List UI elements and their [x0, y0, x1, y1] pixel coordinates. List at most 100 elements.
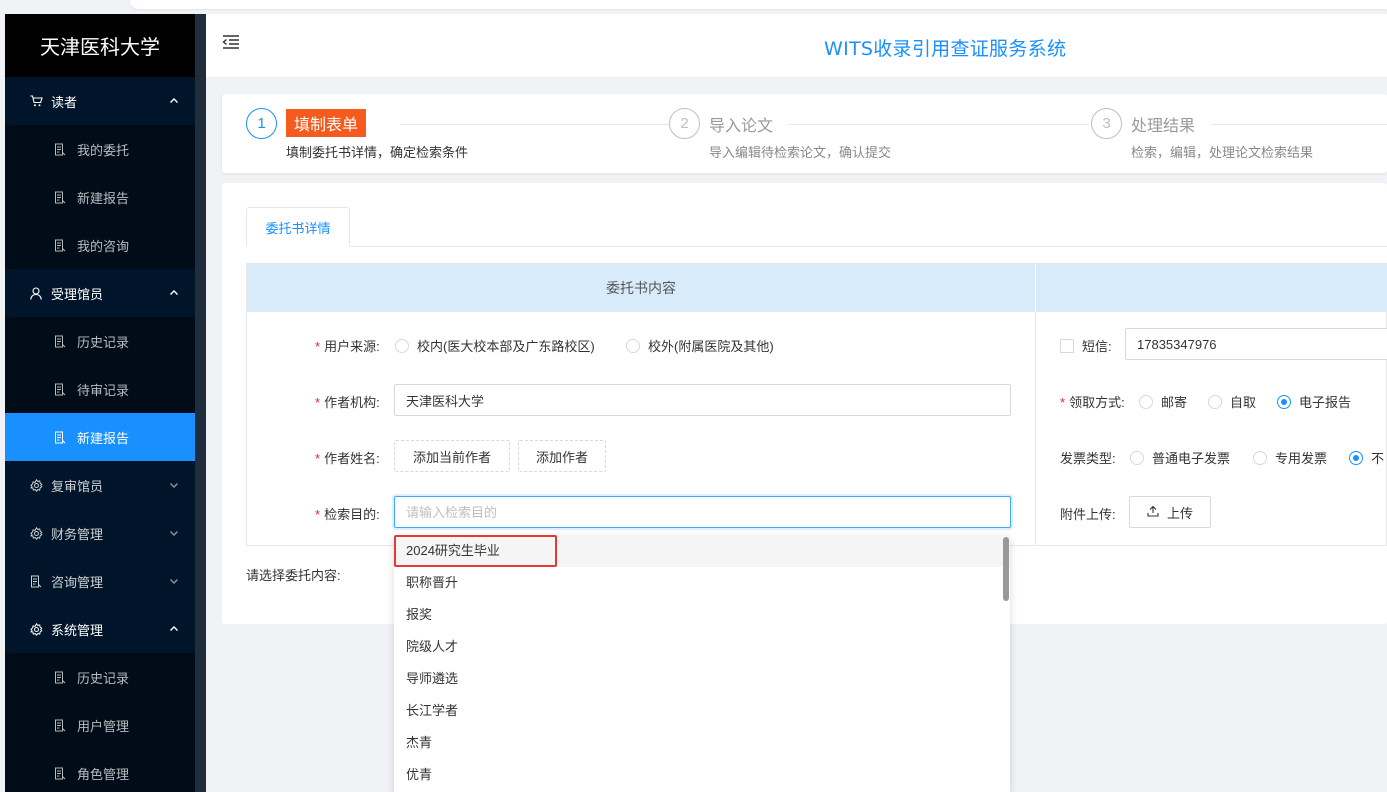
step-desc: 导入编辑待检索论文，确认提交: [709, 145, 892, 160]
top-strip: [0, 0, 1387, 14]
sidebar-item-new-report-reader[interactable]: 新建报告: [5, 173, 195, 221]
system-title: WITS收录引用查证服务系统: [824, 38, 1067, 60]
upload-button[interactable]: 上传: [1129, 496, 1211, 528]
step-title: 处理结果: [1131, 118, 1196, 135]
doc-icon: [29, 575, 43, 588]
step-desc: 检索，编辑，处理论文检索结果: [1131, 145, 1314, 160]
chevron-up-icon: [169, 622, 178, 631]
attachment-label: 附件上传:: [1060, 507, 1116, 522]
cart-icon: [29, 95, 43, 107]
step-title: 导入论文: [709, 118, 774, 135]
menu-fold-icon[interactable]: [222, 34, 240, 50]
sidebar-item-history[interactable]: 历史记录: [5, 317, 195, 365]
gear-icon: [29, 526, 43, 540]
menu-group-label: 读者: [51, 94, 78, 110]
step-connector: [1211, 124, 1387, 125]
steps-card: 1 填制表单 填制委托书详情，确定检索条件 2 导入论文 导入编辑待检索论文，确…: [222, 94, 1387, 173]
menu-group-label: 财务管理: [51, 526, 104, 542]
menu-group-label: 受理馆员: [51, 286, 104, 302]
purpose-input[interactable]: [394, 496, 1011, 528]
radio-user-source-internal[interactable]: 校内(医大校本部及广东路校区): [395, 336, 595, 355]
step-number: 3: [1091, 108, 1122, 139]
radio-invoice-normal[interactable]: 普通电子发票: [1130, 448, 1230, 467]
radio-invoice-none[interactable]: 不: [1349, 448, 1384, 467]
menu-group-system[interactable]: 系统管理: [5, 605, 195, 653]
menu-group-label: 复审馆员: [51, 478, 104, 494]
step-number: 2: [669, 108, 700, 139]
sidebar-item-sys-history[interactable]: 历史记录: [5, 653, 195, 701]
brand-title: 天津医科大学: [5, 14, 195, 77]
choose-content-label: 请选择委托内容:: [246, 568, 341, 583]
invoice-label: 发票类型:: [1060, 451, 1116, 466]
dropdown-option[interactable]: 长江学者: [394, 695, 1010, 727]
sidebar: 天津医科大学 读者 我的委托 新建报告 我的咨询 受理馆员 历史记录 待审记录 …: [5, 14, 195, 792]
sidebar-item-my-consult[interactable]: 我的咨询: [5, 221, 195, 269]
add-author-button[interactable]: 添加作者: [518, 440, 606, 472]
doc-icon: [53, 191, 67, 204]
pickup-label: * 领取方式:: [1060, 395, 1125, 410]
sidebar-item-role-mgmt[interactable]: 角色管理: [5, 749, 195, 792]
dropdown-option[interactable]: 职称晋升: [394, 567, 1010, 599]
radio-pickup-mail[interactable]: 邮寄: [1139, 392, 1187, 411]
form-table: 委托书内容 * 用户来源: 校内(医大校本部及广东路校区) 校外(附属医院及其他)…: [246, 263, 1387, 546]
dropdown-scrollbar[interactable]: [1003, 537, 1009, 601]
menu-group-finance[interactable]: 财务管理: [5, 509, 195, 557]
menu-group-label: 系统管理: [51, 622, 104, 638]
doc-icon: [53, 335, 67, 348]
sidebar-item-new-report[interactable]: 新建报告: [5, 413, 195, 461]
dropdown-option[interactable]: 报奖: [394, 599, 1010, 631]
author-name-label: * 作者姓名:: [315, 451, 380, 466]
step-number: 1: [246, 108, 277, 139]
step-desc: 填制委托书详情，确定检索条件: [286, 145, 469, 160]
add-current-author-button[interactable]: 添加当前作者: [394, 440, 510, 472]
sidebar-item-my-entrust[interactable]: 我的委托: [5, 125, 195, 173]
dropdown-option[interactable]: 院级人才: [394, 631, 1010, 663]
step-connector: [400, 124, 670, 125]
header: WITS收录引用查证服务系统: [206, 14, 1387, 77]
doc-icon: [53, 431, 67, 444]
radio-pickup-self[interactable]: 自取: [1208, 392, 1256, 411]
author-org-label: * 作者机构:: [315, 395, 380, 410]
doc-icon: [53, 671, 67, 684]
user-icon: [29, 286, 43, 300]
tab-entrust-details[interactable]: 委托书详情: [246, 207, 350, 247]
step-connector: [789, 124, 1089, 125]
doc-icon: [53, 383, 67, 396]
dropdown-option[interactable]: 杰青: [394, 727, 1010, 759]
dropdown-option[interactable]: 优青: [394, 759, 1010, 791]
tab-bar: 委托书详情: [246, 207, 1387, 247]
doc-icon: [53, 239, 67, 252]
sms-phone-input[interactable]: [1125, 328, 1387, 360]
menu-group-reviewer[interactable]: 复审馆员: [5, 461, 195, 509]
menu-group-librarian[interactable]: 受理馆员: [5, 269, 195, 317]
sidebar-gutter: [195, 14, 206, 792]
user-source-label: * 用户来源:: [315, 339, 380, 354]
menu-group-reader[interactable]: 读者: [5, 77, 195, 125]
chevron-down-icon: [169, 574, 178, 584]
radio-pickup-e-report[interactable]: 电子报告: [1277, 392, 1351, 411]
step-title: 填制表单: [286, 109, 367, 137]
purpose-dropdown: 2024研究生毕业 职称晋升 报奖 院级人才 导师遴选 长江学者 杰青 优青: [394, 535, 1010, 792]
author-org-input[interactable]: [394, 384, 1011, 416]
section-header-right: [1036, 264, 1387, 312]
radio-invoice-special[interactable]: 专用发票: [1253, 448, 1327, 467]
menu-group-label: 咨询管理: [51, 574, 104, 590]
purpose-label: * 检索目的:: [315, 507, 380, 522]
chevron-up-icon: [169, 94, 178, 103]
dropdown-option[interactable]: 2024研究生毕业: [394, 535, 1010, 567]
dropdown-option[interactable]: 导师遴选: [394, 663, 1010, 695]
upload-icon: [1147, 505, 1159, 520]
doc-icon: [53, 143, 67, 156]
gear-icon: [29, 622, 43, 636]
chevron-down-icon: [169, 526, 178, 536]
sidebar-item-user-mgmt[interactable]: 用户管理: [5, 701, 195, 749]
radio-user-source-external[interactable]: 校外(附属医院及其他): [626, 336, 774, 355]
doc-icon: [53, 767, 67, 780]
chevron-down-icon: [169, 478, 178, 488]
section-header: 委托书内容: [247, 264, 1036, 312]
menu-group-consult[interactable]: 咨询管理: [5, 557, 195, 605]
gear-icon: [29, 478, 43, 492]
chevron-up-icon: [169, 286, 178, 295]
sidebar-item-pending[interactable]: 待审记录: [5, 365, 195, 413]
sms-checkbox[interactable]: 短信:: [1060, 336, 1112, 355]
